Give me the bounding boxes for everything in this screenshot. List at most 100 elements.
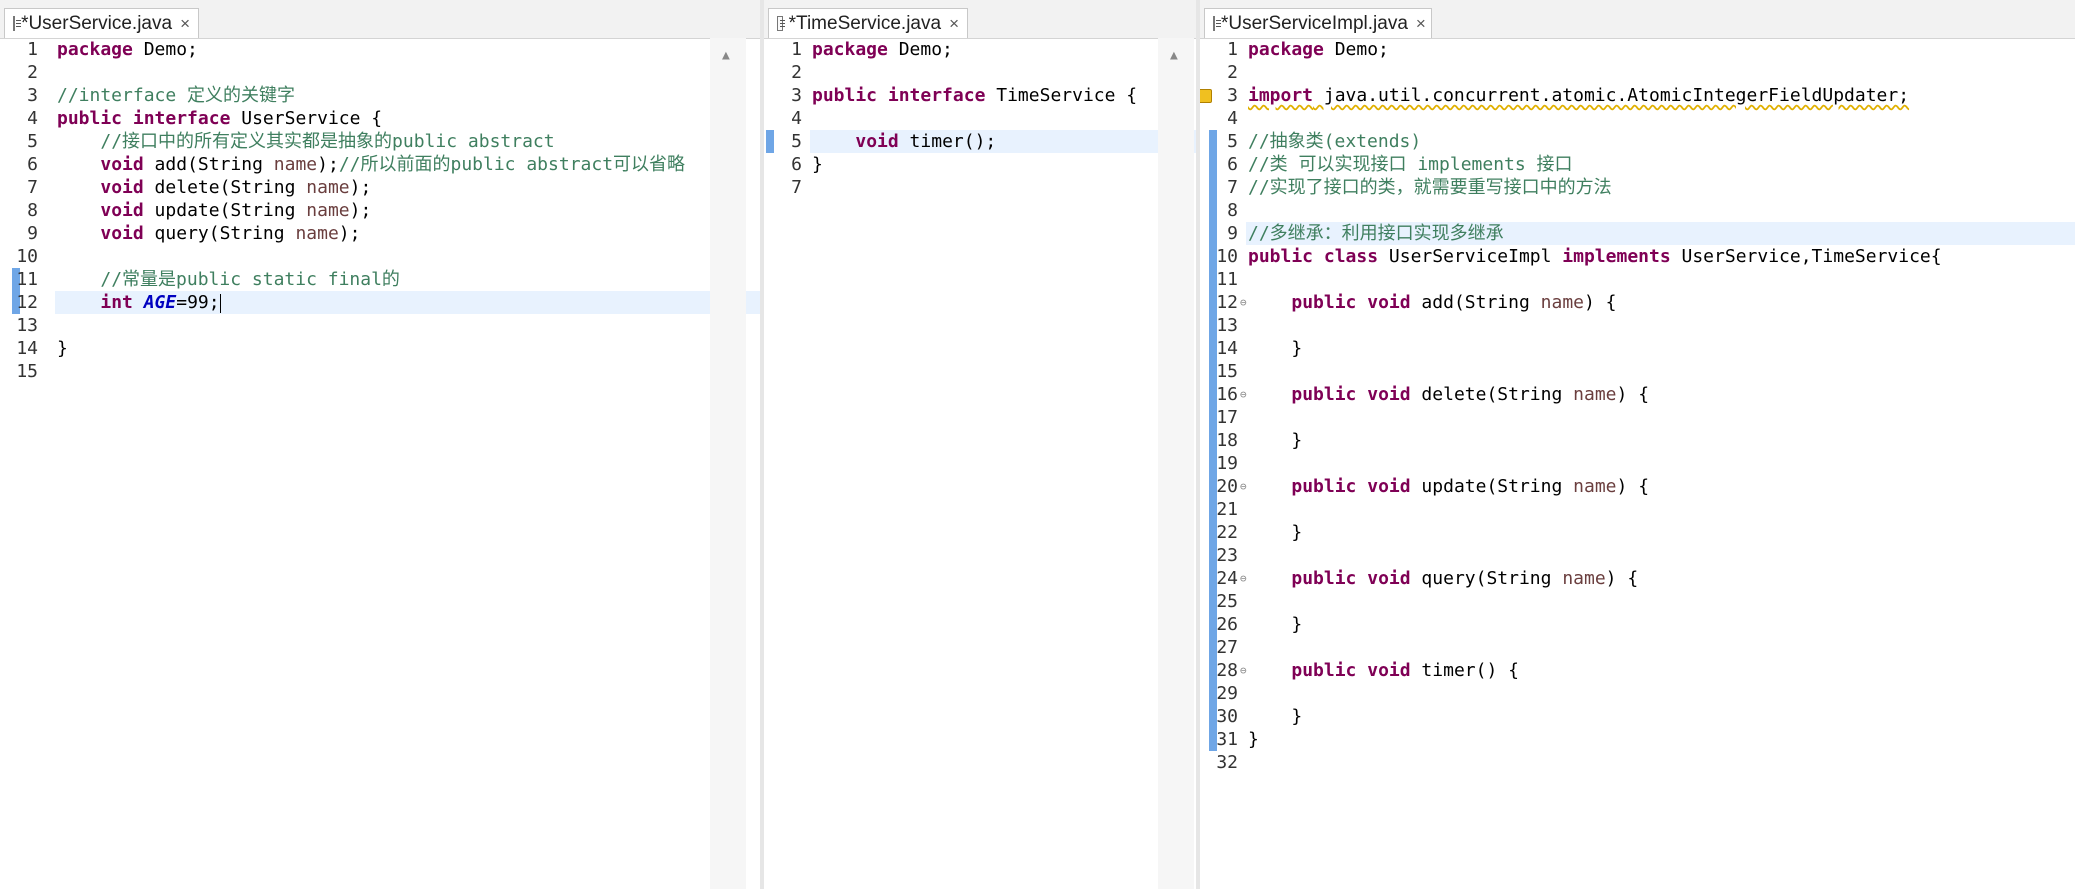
code-line[interactable]: 2: [1200, 61, 2075, 84]
code-line[interactable]: 15: [0, 360, 760, 383]
code-text[interactable]: public interface TimeService {: [812, 84, 1137, 107]
editor-userservice[interactable]: *UserService.java × 1 package Demo; 2 3 //in…: [0, 0, 760, 889]
code-line[interactable]: 1 package Demo;: [764, 38, 1196, 61]
code-line[interactable]: 14 }: [1200, 337, 2075, 360]
code-line[interactable]: 10: [0, 245, 760, 268]
code-text[interactable]: public void query(String name) {: [1248, 567, 1638, 590]
code-line[interactable]: 4: [1200, 107, 2075, 130]
code-text[interactable]: }: [1248, 337, 1302, 360]
code-area[interactable]: 1 package Demo; 2 3 import java.util.concurr…: [1200, 38, 2075, 889]
fold-collapse-icon[interactable]: ⊖: [1240, 475, 1247, 498]
code-area[interactable]: 1 package Demo; 2 3 public interface TimeSer…: [764, 38, 1196, 889]
code-text[interactable]: public class UserServiceImpl implements …: [1248, 245, 1942, 268]
code-line[interactable]: 13: [1200, 314, 2075, 337]
editor-timeservice[interactable]: *TimeService.java × 1 package Demo; 2 3 publ…: [764, 0, 1196, 889]
close-icon[interactable]: ×: [949, 14, 959, 34]
code-line[interactable]: 28 public void timer() {⊖: [1200, 659, 2075, 682]
code-line[interactable]: 8: [1200, 199, 2075, 222]
code-line[interactable]: 6 void add(String name);//所以前面的public ab…: [0, 153, 760, 176]
code-text[interactable]: }: [812, 153, 823, 176]
code-line[interactable]: 5 //抽象类(extends): [1200, 130, 2075, 153]
code-line[interactable]: 12 int AGE=99;: [16, 291, 760, 314]
code-line[interactable]: 9 //多继承：利用接口实现多继承: [1227, 222, 2075, 245]
code-line[interactable]: 19: [1200, 452, 2075, 475]
code-line[interactable]: 5 void timer();: [791, 130, 1196, 153]
code-line[interactable]: 3 import java.util.concurrent.atomic.Atom…: [1200, 84, 2075, 107]
code-line[interactable]: 14}: [0, 337, 760, 360]
code-text[interactable]: void timer();: [812, 130, 996, 153]
fold-collapse-icon[interactable]: ⊖: [1240, 291, 1247, 314]
code-text[interactable]: public void update(String name) {: [1248, 475, 1649, 498]
code-text[interactable]: void delete(String name);: [57, 176, 371, 199]
code-text[interactable]: import java.util.concurrent.atomic.Atomi…: [1248, 84, 1909, 107]
fold-collapse-icon[interactable]: ⊖: [1240, 383, 1247, 406]
code-text[interactable]: }: [57, 337, 68, 360]
code-line[interactable]: 11 //常量是public static final的: [0, 268, 760, 291]
code-text[interactable]: }: [1248, 728, 1259, 751]
tab-userserviceimpl[interactable]: *UserServiceImpl.java ×: [1204, 8, 1432, 38]
code-text[interactable]: //多继承：利用接口实现多继承: [1248, 222, 1504, 245]
code-line[interactable]: 2: [764, 61, 1196, 84]
code-line[interactable]: 17: [1200, 406, 2075, 429]
fold-collapse-icon[interactable]: ⊖: [1240, 659, 1247, 682]
fold-collapse-icon[interactable]: ⊖: [1240, 567, 1247, 590]
code-line[interactable]: 29: [1200, 682, 2075, 705]
tab-timeservice[interactable]: *TimeService.java ×: [768, 8, 968, 38]
code-text[interactable]: }: [1248, 613, 1302, 636]
tab-userservice[interactable]: *UserService.java ×: [4, 8, 199, 38]
code-line[interactable]: 18 }: [1200, 429, 2075, 452]
code-text[interactable]: void add(String name);//所以前面的public abst…: [57, 153, 685, 176]
code-line[interactable]: 4: [764, 107, 1196, 130]
code-line[interactable]: 30 }: [1200, 705, 2075, 728]
code-line[interactable]: 6 //类 可以实现接口 implements 接口: [1200, 153, 2075, 176]
code-text[interactable]: public void delete(String name) {: [1248, 383, 1649, 406]
code-line[interactable]: 15: [1200, 360, 2075, 383]
code-line[interactable]: 13: [0, 314, 760, 337]
code-text[interactable]: public interface UserService {: [57, 107, 382, 130]
code-line[interactable]: 22 }: [1200, 521, 2075, 544]
code-text[interactable]: }: [1248, 521, 1302, 544]
code-line[interactable]: 27: [1200, 636, 2075, 659]
code-text[interactable]: public void add(String name) {: [1248, 291, 1616, 314]
code-line[interactable]: 16 public void delete(String name) {⊖: [1200, 383, 2075, 406]
code-line[interactable]: 21: [1200, 498, 2075, 521]
code-text[interactable]: }: [1248, 429, 1302, 452]
code-line[interactable]: 25: [1200, 590, 2075, 613]
code-text[interactable]: //实现了接口的类，就需要重写接口中的方法: [1248, 176, 1612, 199]
code-line[interactable]: 31}: [1200, 728, 2075, 751]
editor-userserviceimpl[interactable]: *UserServiceImpl.java × 1 package Demo; 2 3…: [1200, 0, 2075, 889]
code-line[interactable]: 3 public interface TimeService {: [764, 84, 1196, 107]
code-text[interactable]: //类 可以实现接口 implements 接口: [1248, 153, 1573, 176]
code-text[interactable]: package Demo;: [1248, 38, 1389, 61]
code-line[interactable]: 32: [1200, 751, 2075, 774]
close-icon[interactable]: ×: [180, 14, 190, 34]
code-line[interactable]: 7 void delete(String name);: [0, 176, 760, 199]
code-text[interactable]: package Demo;: [57, 38, 198, 61]
code-text[interactable]: }: [1248, 705, 1302, 728]
code-line[interactable]: 26 }: [1200, 613, 2075, 636]
code-line[interactable]: 12 public void add(String name) {⊖: [1200, 291, 2075, 314]
code-line[interactable]: 7: [764, 176, 1196, 199]
code-text[interactable]: void update(String name);: [57, 199, 371, 222]
code-text[interactable]: void query(String name);: [57, 222, 360, 245]
code-text[interactable]: //interface 定义的关键字: [57, 84, 295, 107]
code-line[interactable]: 24 public void query(String name) {⊖: [1200, 567, 2075, 590]
code-line[interactable]: 5 //接口中的所有定义其实都是抽象的public abstract: [0, 130, 760, 153]
code-line[interactable]: 11: [1200, 268, 2075, 291]
scroll-up-arrow-icon[interactable]: ▲: [722, 48, 730, 63]
code-line[interactable]: 9 void query(String name);: [0, 222, 760, 245]
code-text[interactable]: //抽象类(extends): [1248, 130, 1421, 153]
code-text[interactable]: public void timer() {: [1248, 659, 1519, 682]
code-line[interactable]: 2: [0, 61, 760, 84]
close-icon[interactable]: ×: [1416, 14, 1426, 34]
code-line[interactable]: 1 package Demo;: [0, 38, 760, 61]
code-area[interactable]: 1 package Demo; 2 3 //interface 定义的关键字 4 publi…: [0, 38, 760, 889]
code-text[interactable]: package Demo;: [812, 38, 953, 61]
code-line[interactable]: 3 //interface 定义的关键字: [0, 84, 760, 107]
code-line[interactable]: 1 package Demo;: [1200, 38, 2075, 61]
code-line[interactable]: 7 //实现了接口的类，就需要重写接口中的方法: [1200, 176, 2075, 199]
code-text[interactable]: int AGE=99;: [57, 291, 221, 314]
code-line[interactable]: 4 public interface UserService {: [0, 107, 760, 130]
code-text[interactable]: //常量是public static final的: [57, 268, 400, 291]
code-line[interactable]: 10 public class UserServiceImpl implement…: [1200, 245, 2075, 268]
